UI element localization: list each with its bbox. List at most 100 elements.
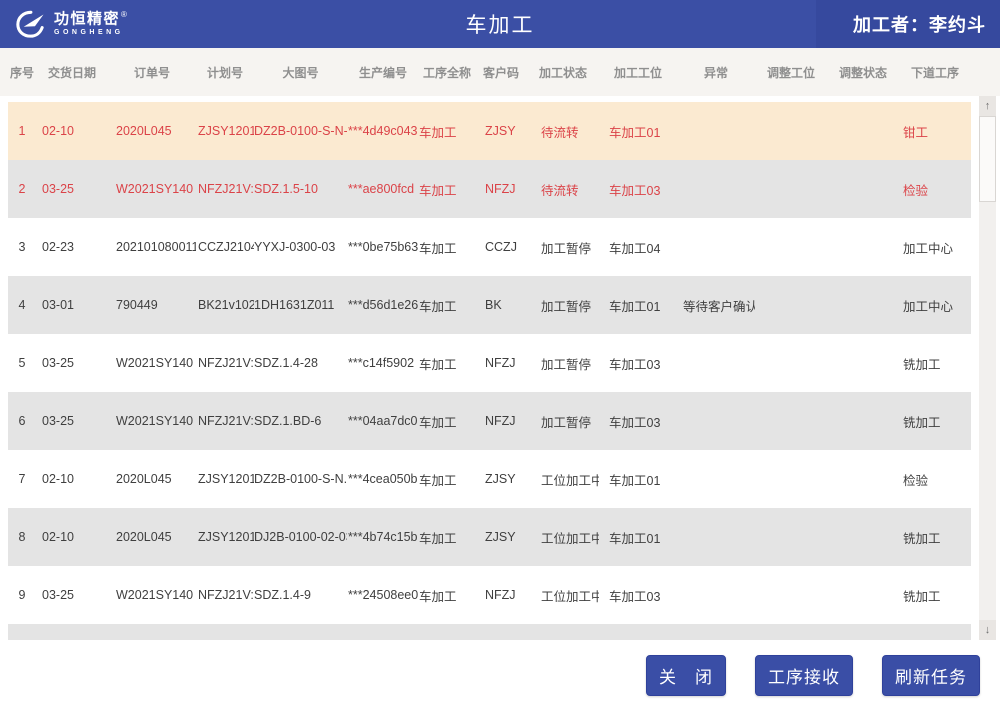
cell-drawing-no: 1DH1631Z011 (254, 276, 347, 334)
scrollbar-thumb[interactable] (979, 116, 996, 202)
cell-work-station: 车加工03 (599, 160, 677, 218)
cell-process-name: 车加工 (419, 218, 475, 276)
task-table: 102-102020L045ZJSY1201DZ2B-0100-S-N-***4… (8, 102, 971, 624)
table-row-5[interactable]: 503-25W2021SY140NFZJ21V:SDZ.1.4-28***c14… (8, 334, 971, 392)
cell-abnormal (677, 450, 755, 508)
close-button[interactable]: 关 闭 (646, 655, 726, 696)
cell-production-no: ***4b74c15b (347, 508, 419, 566)
cell-production-no: ***4cea050b (347, 450, 419, 508)
cell-abnormal (677, 334, 755, 392)
cell-production-no: ***24508ee0 (347, 566, 419, 624)
cell-plan-no: ZJSY1201 (196, 102, 254, 160)
cell-index: 6 (8, 392, 36, 450)
table-row-7[interactable]: 702-102020L045ZJSY1201DZ2B-0100-S-N.1***… (8, 450, 971, 508)
cell-next-process: 钳工 (899, 102, 971, 160)
cell-process-name: 车加工 (419, 102, 475, 160)
cell-process-status: 待流转 (527, 102, 599, 160)
task-table-body: 102-102020L045ZJSY1201DZ2B-0100-S-N-***4… (8, 102, 971, 624)
cell-order-no: 790449 (108, 276, 196, 334)
col-header-next-process: 下道工序 (899, 48, 971, 96)
cell-adjust-station (755, 160, 827, 218)
cell-production-no: ***ae800fcd (347, 160, 419, 218)
cell-delivery-date: 02-10 (36, 508, 108, 566)
table-row-6[interactable]: 603-25W2021SY140NFZJ21V:SDZ.1.BD-6***04a… (8, 392, 971, 450)
scroll-down-icon[interactable]: ↓ (979, 620, 996, 640)
col-header-work-station: 加工工位 (599, 48, 677, 96)
cell-order-no: 2020L045 (108, 508, 196, 566)
cell-delivery-date: 03-25 (36, 392, 108, 450)
cell-delivery-date: 02-23 (36, 218, 108, 276)
registered-mark: ® (121, 10, 127, 19)
refresh-tasks-button[interactable]: 刷新任务 (882, 655, 980, 696)
cell-index: 1 (8, 102, 36, 160)
table-row-2[interactable]: 203-25W2021SY140NFZJ21V:SDZ.1.5-10***ae8… (8, 160, 971, 218)
operator-label: 加工者：李约斗 (853, 11, 1000, 37)
brand-name-cn: 功恒精密 (54, 11, 120, 28)
cell-adjust-status (827, 102, 899, 160)
cell-plan-no: CCZJ2104 (196, 218, 254, 276)
cell-order-no: 2020L045 (108, 450, 196, 508)
company-logo: 功恒精密® GONGHENG (12, 6, 127, 42)
brand-name-en: GONGHENG (54, 29, 127, 36)
cell-abnormal (677, 566, 755, 624)
cell-plan-no: ZJSY1201 (196, 508, 254, 566)
cell-customer-code: CCZJ (475, 218, 527, 276)
table-row-3[interactable]: 302-23202101080011CCZJ2104YYXJ-0300-03**… (8, 218, 971, 276)
col-header-abnormal: 异常 (677, 48, 755, 96)
table-row-1[interactable]: 102-102020L045ZJSY1201DZ2B-0100-S-N-***4… (8, 102, 971, 160)
table-header-row: 序号 交货日期 订单号 计划号 大图号 生产编号 工序全称 客户码 加工状态 加… (8, 48, 971, 96)
cell-index: 3 (8, 218, 36, 276)
cell-delivery-date: 02-10 (36, 450, 108, 508)
cell-plan-no: NFZJ21V: (196, 566, 254, 624)
cell-customer-code: NFZJ (475, 566, 527, 624)
vertical-scrollbar[interactable]: ↑ ↓ (979, 96, 996, 640)
cell-customer-code: ZJSY (475, 102, 527, 160)
cell-adjust-status (827, 276, 899, 334)
cell-delivery-date: 03-25 (36, 334, 108, 392)
cell-work-station: 车加工01 (599, 102, 677, 160)
cell-drawing-no: SDZ.1.4-9 (254, 566, 347, 624)
cell-next-process: 加工中心 (899, 276, 971, 334)
cell-abnormal (677, 102, 755, 160)
cell-work-station: 车加工03 (599, 392, 677, 450)
cell-next-process: 铣加工 (899, 508, 971, 566)
table-row-4[interactable]: 403-01790449BK21v1021DH1631Z011***d56d1e… (8, 276, 971, 334)
scroll-up-icon[interactable]: ↑ (979, 96, 996, 116)
cell-index: 8 (8, 508, 36, 566)
cell-abnormal (677, 508, 755, 566)
cell-adjust-station (755, 566, 827, 624)
cell-drawing-no: DZ2B-0100-S-N- (254, 102, 347, 160)
cell-adjust-status (827, 508, 899, 566)
cell-next-process: 铣加工 (899, 566, 971, 624)
table-header: 序号 交货日期 订单号 计划号 大图号 生产编号 工序全称 客户码 加工状态 加… (8, 48, 971, 96)
footer-action-bar: 关 闭 工序接收 刷新任务 (0, 640, 1000, 711)
col-header-adjust-station: 调整工位 (755, 48, 827, 96)
col-header-process-status: 加工状态 (527, 48, 599, 96)
cell-customer-code: NFZJ (475, 160, 527, 218)
app-header: 功恒精密® GONGHENG 车加工 加工者：李约斗 (0, 0, 1000, 48)
col-header-delivery-date: 交货日期 (36, 48, 108, 96)
cell-drawing-no: SDZ.1.5-10 (254, 160, 347, 218)
cell-customer-code: BK (475, 276, 527, 334)
cell-process-name: 车加工 (419, 392, 475, 450)
cell-order-no: W2021SY140 (108, 160, 196, 218)
table-row-9[interactable]: 903-25W2021SY140NFZJ21V:SDZ.1.4-9***2450… (8, 566, 971, 624)
cell-work-station: 车加工03 (599, 334, 677, 392)
cell-process-status: 工位加工中 (527, 450, 599, 508)
cell-next-process: 铣加工 (899, 334, 971, 392)
cell-index: 2 (8, 160, 36, 218)
cell-abnormal: 等待客户确认 (677, 276, 755, 334)
cell-adjust-station (755, 334, 827, 392)
cell-process-name: 车加工 (419, 160, 475, 218)
cell-customer-code: ZJSY (475, 450, 527, 508)
cell-process-status: 加工暂停 (527, 276, 599, 334)
cell-index: 5 (8, 334, 36, 392)
table-row-partial[interactable] (8, 624, 971, 640)
cell-work-station: 车加工04 (599, 218, 677, 276)
table-row-8[interactable]: 802-102020L045ZJSY1201DJ2B-0100-02-03***… (8, 508, 971, 566)
cell-plan-no: NFZJ21V: (196, 334, 254, 392)
col-header-drawing-no: 大图号 (254, 48, 347, 96)
cell-order-no: W2021SY140 (108, 392, 196, 450)
process-accept-button[interactable]: 工序接收 (755, 655, 853, 696)
cell-work-station: 车加工01 (599, 450, 677, 508)
